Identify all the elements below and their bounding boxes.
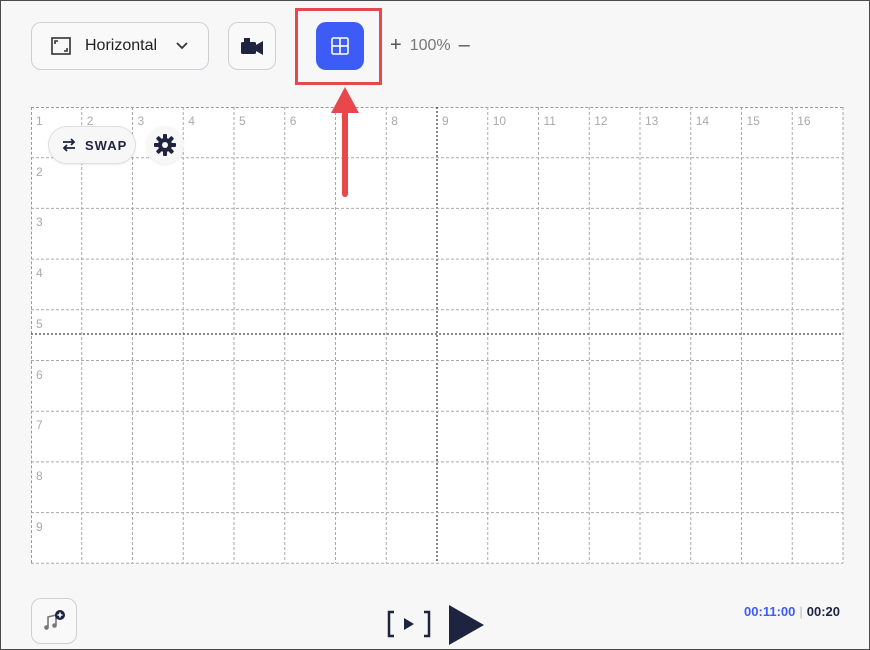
video-camera-icon <box>241 38 263 55</box>
settings-button[interactable] <box>146 126 184 164</box>
music-add-icon <box>44 610 65 630</box>
aspect-ratio-icon <box>51 37 71 55</box>
row-label: 2 <box>36 164 43 179</box>
zoom-controls: + 100% – <box>390 34 470 57</box>
orientation-label: Horizontal <box>85 37 158 54</box>
total-time: 00:20 <box>806 604 840 619</box>
row-label: 6 <box>36 367 43 382</box>
column-label: 16 <box>797 114 811 128</box>
column-label: 9 <box>442 114 449 128</box>
swap-button[interactable]: SWAP <box>48 126 136 164</box>
column-label: 15 <box>746 114 760 128</box>
playback-time: 00:11:00 | 00:20 <box>744 604 840 619</box>
canvas-grid[interactable]: 12345678910111213141516 23456789 <box>31 107 844 564</box>
column-label: 4 <box>188 114 195 128</box>
row-label: 9 <box>36 519 43 534</box>
zoom-level: 100% <box>409 36 451 54</box>
row-label: 7 <box>36 418 43 433</box>
zoom-in-button[interactable]: + <box>390 34 402 57</box>
time-separator: | <box>799 604 803 619</box>
swap-label: SWAP <box>85 137 128 153</box>
column-label: 8 <box>391 114 398 128</box>
column-label: 13 <box>645 114 659 128</box>
row-label: 3 <box>36 215 43 230</box>
gear-icon <box>154 134 176 156</box>
column-label: 5 <box>239 114 246 128</box>
add-music-button[interactable] <box>31 598 77 644</box>
column-label: 14 <box>695 114 710 128</box>
row-label: 5 <box>36 316 43 331</box>
camera-button[interactable] <box>228 22 276 70</box>
column-label: 11 <box>543 114 556 128</box>
row-label: 8 <box>36 468 43 483</box>
zoom-out-button[interactable]: – <box>459 34 470 57</box>
play-icon[interactable] <box>447 603 487 647</box>
column-label: 1 <box>36 114 43 128</box>
column-label: 12 <box>594 114 608 128</box>
highlight-box <box>295 8 382 85</box>
current-time: 00:11:00 <box>744 604 796 619</box>
column-label: 6 <box>289 114 297 128</box>
annotation-arrow <box>331 87 359 197</box>
grid-lines <box>31 107 844 564</box>
row-label: 4 <box>36 266 43 281</box>
column-label: 10 <box>492 114 507 128</box>
column-label: 3 <box>137 114 145 128</box>
bracket-play-icon[interactable] <box>386 609 432 639</box>
chevron-down-icon <box>176 42 188 50</box>
orientation-dropdown[interactable]: Horizontal <box>31 22 209 70</box>
swap-arrows-icon <box>62 138 76 152</box>
